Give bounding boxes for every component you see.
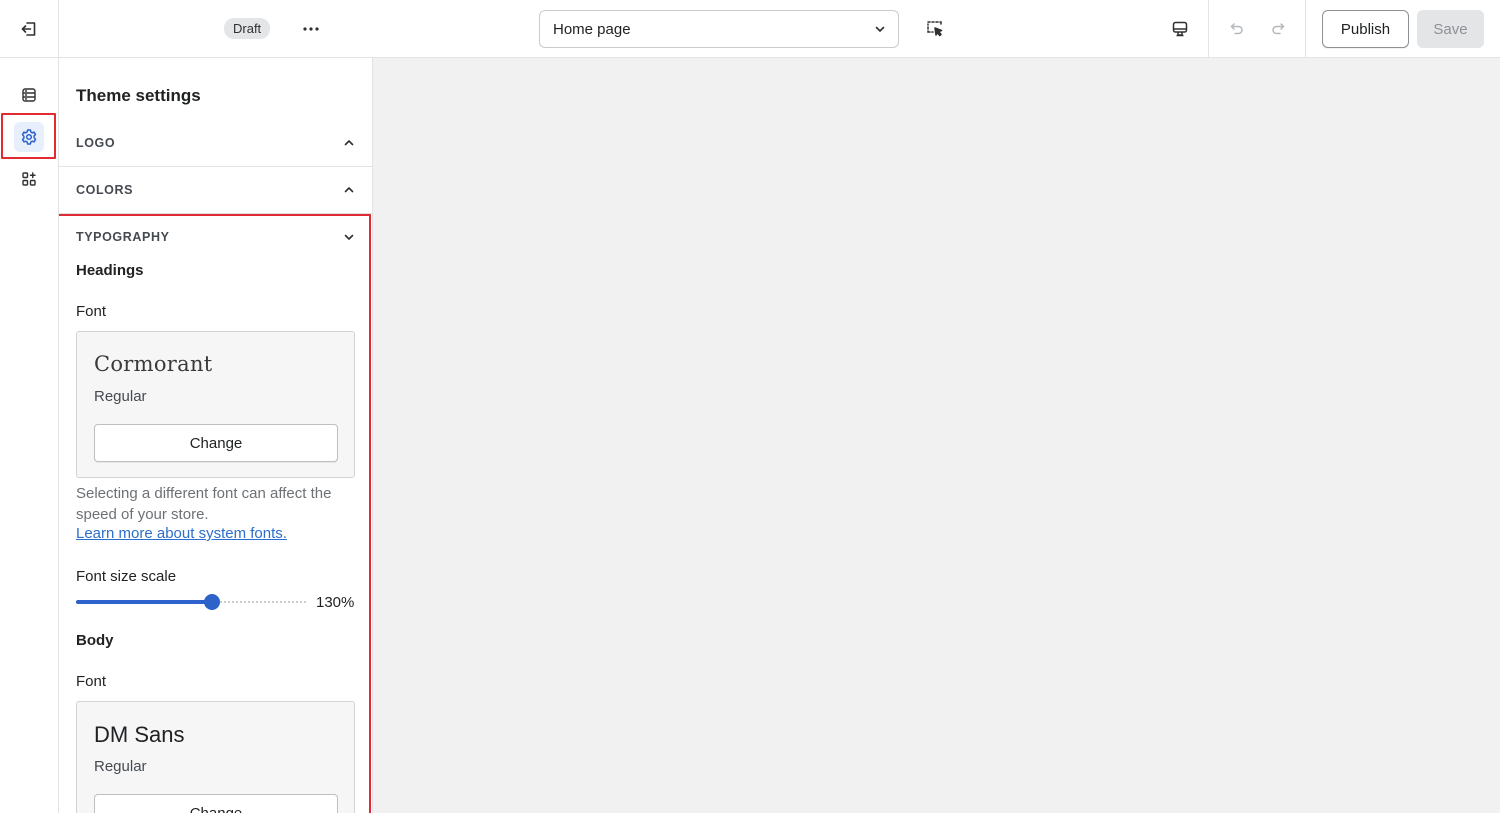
rail-apps-button[interactable] [14,164,44,194]
chevron-up-icon [344,187,354,193]
save-button[interactable]: Save [1417,10,1484,48]
undo-icon [1230,23,1243,35]
status-badge: Draft [224,18,271,39]
exit-button[interactable] [0,0,59,57]
rail-sections-button[interactable] [14,80,44,110]
toolbar-divider [1208,0,1209,57]
more-actions-button[interactable] [296,14,326,44]
highlight-box [59,214,371,813]
left-rail [0,58,59,813]
page-selector-label: Home page [553,20,631,38]
publish-button[interactable]: Publish [1322,10,1409,48]
toolbar-divider [1305,0,1306,57]
desktop-icon [1172,21,1188,37]
page-selector[interactable]: Home page [539,10,899,48]
section-logo[interactable]: LOGO [59,120,372,166]
top-bar: Draft Home page Publish Save [0,0,1500,58]
highlight-box [1,113,56,159]
inspector-button[interactable] [920,14,950,44]
exit-icon [21,21,36,36]
preview-canvas[interactable] [373,58,1500,813]
sections-icon [22,88,36,102]
select-cursor-icon [927,21,943,37]
section-colors[interactable]: COLORS [59,167,372,213]
chevron-down-icon [875,26,885,32]
redo-button[interactable] [1263,14,1293,44]
redo-icon [1272,23,1285,35]
theme-settings-panel: Theme settings LOGO COLORS TYPOGRAPHY He… [59,58,373,813]
section-label: COLORS [76,183,134,197]
chevron-up-icon [344,140,354,146]
section-label: LOGO [76,136,116,150]
desktop-preview-button[interactable] [1165,14,1195,44]
panel-title: Theme settings [76,86,201,105]
undo-button[interactable] [1222,14,1252,44]
apps-icon [22,172,36,186]
more-horizontal-icon [303,27,319,31]
